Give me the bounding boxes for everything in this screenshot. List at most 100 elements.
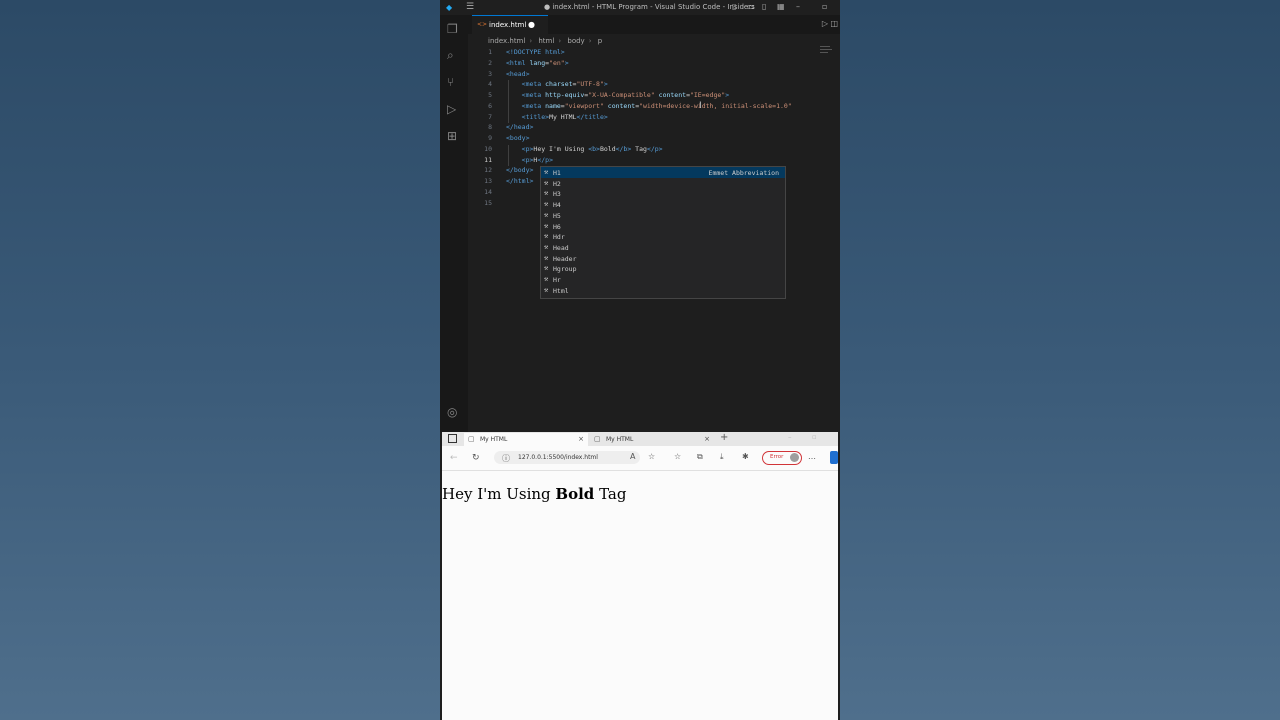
tab-actions-icon[interactable] <box>448 434 457 443</box>
edge-sidebar-icon[interactable] <box>830 451 838 464</box>
site-info-icon[interactable]: ⓘ <box>502 453 510 464</box>
suggestion-item[interactable]: ⚒ Header <box>541 253 785 264</box>
suggestion-label: H4 <box>553 201 561 210</box>
downloads-icon[interactable]: ⤓ <box>720 452 724 462</box>
suggestion-widget: ⚒ H1 Emmet Abbreviation ⚒ H2 ⚒ H3 ⚒ H4 ⚒ H5 ⚒ H6 ⚒ Hdr… <box>540 166 786 299</box>
suggestion-item[interactable]: ⚒ Hgroup <box>541 263 785 274</box>
minimize-icon[interactable]: – <box>796 2 800 11</box>
extensions-icon[interactable]: ⊞ <box>447 129 457 143</box>
snippet-wrench-icon: ⚒ <box>544 275 549 283</box>
back-icon[interactable]: ← <box>450 453 458 463</box>
search-icon[interactable]: ⌕ <box>447 48 454 63</box>
run-debug-icon[interactable]: ▷ <box>447 102 456 116</box>
code-line[interactable]: <meta http-equiv="X-UA-Compatible" conte… <box>506 91 729 99</box>
browser-tab-label: My HTML <box>480 436 508 443</box>
code-token: content <box>658 91 687 99</box>
toggle-panel-icon[interactable]: ▭ <box>747 2 755 11</box>
code-line[interactable]: <head> <box>506 70 529 78</box>
extensions-puzzle-icon[interactable]: ✱ <box>742 452 749 461</box>
suggestion-item[interactable]: ⚒ Hr <box>541 274 785 285</box>
code-token: name <box>545 101 561 110</box>
code-line[interactable]: <!DOCTYPE html> <box>506 48 565 56</box>
browser-window: ▢ My HTML × ▢ My HTML × + – ▫ ← ↻ ⓘ 127.… <box>442 432 838 720</box>
tab-index-html[interactable]: <> index.html ● <box>472 15 548 35</box>
new-tab-icon[interactable]: + <box>720 432 728 443</box>
browser-tab[interactable]: ▢ My HTML × <box>464 433 588 446</box>
breadcrumb-item[interactable]: p <box>598 37 602 45</box>
avatar <box>790 453 799 462</box>
explorer-icon[interactable]: ❐ <box>447 22 458 36</box>
menu-icon[interactable]: ☰ <box>466 2 474 12</box>
favorite-add-icon[interactable]: ☆ <box>648 452 655 461</box>
code-line[interactable]: <html lang="en"> <box>506 59 569 67</box>
snippet-wrench-icon: ⚒ <box>544 264 549 273</box>
suggestion-item[interactable]: ⚒ Html <box>541 285 785 296</box>
suggestion-item[interactable]: ⚒ Head <box>541 242 785 253</box>
read-aloud-icon[interactable]: A <box>630 452 635 461</box>
code-line[interactable]: <p>H</p> <box>506 156 553 164</box>
maximize-icon[interactable]: ▫ <box>822 2 827 11</box>
line-number: 4 <box>488 80 492 89</box>
profile-error-button[interactable]: Error <box>762 451 802 465</box>
close-icon[interactable]: × <box>704 435 710 443</box>
more-options-icon[interactable]: … <box>808 452 816 461</box>
layout-icon[interactable]: ▦ <box>777 2 785 11</box>
browser-minimize-icon[interactable]: – <box>788 433 792 441</box>
code-token: My HTML <box>549 112 577 121</box>
address-bar[interactable]: ⓘ 127.0.0.1:5500/index.html <box>494 451 640 464</box>
browser-maximize-icon[interactable]: ▫ <box>812 433 817 441</box>
code-token: <body> <box>506 134 530 142</box>
split-editor-icon[interactable]: ◫ <box>830 19 838 28</box>
favorites-icon[interactable]: ☆ <box>674 452 681 461</box>
run-icon[interactable]: ▷ <box>822 19 828 28</box>
code-line[interactable]: <body> <box>506 134 529 142</box>
toggle-secondary-sidebar-icon[interactable]: ▯ <box>762 2 766 11</box>
line-number: 3 <box>488 69 492 78</box>
suggestion-item[interactable]: ⚒ H3 <box>541 188 785 199</box>
line-number: 10 <box>484 144 492 153</box>
code-token: </head> <box>506 123 534 132</box>
code-line[interactable]: <title>My HTML</title> <box>506 113 608 121</box>
window-title: ● index.html - HTML Program - Visual Stu… <box>544 3 755 11</box>
breadcrumb: index.html › html › body › p <box>488 37 603 45</box>
collections-icon[interactable]: ⧉ <box>697 452 703 462</box>
title-bar: ◆ ☰ ● index.html - HTML Program - Visual… <box>440 0 840 15</box>
screen-recording: ◆ ☰ ● index.html - HTML Program - Visual… <box>440 0 840 720</box>
code-line[interactable]: <p>Hey I'm Using <b>Bold</b> Tag</p> <box>506 145 663 153</box>
suggestion-item[interactable]: ⚒ H4 <box>541 199 785 210</box>
breadcrumb-item[interactable]: body <box>567 37 584 45</box>
suggestion-item[interactable]: ⚒ H2 <box>541 178 785 189</box>
suggestion-item[interactable]: ⚒ Hdr <box>541 231 785 242</box>
suggestion-label: H2 <box>553 179 561 188</box>
close-icon[interactable]: × <box>578 435 584 443</box>
suggestion-label: Head <box>553 243 569 252</box>
account-icon[interactable]: ◎ <box>447 405 457 419</box>
indent-guide <box>508 80 509 124</box>
suggestion-item[interactable]: ⚒ H5 <box>541 210 785 221</box>
suggestion-label: H5 <box>553 211 561 220</box>
code-line[interactable]: </html> <box>506 177 533 185</box>
refresh-icon[interactable]: ↻ <box>472 453 480 463</box>
code-token: <title> <box>521 112 550 121</box>
code-token: <meta <box>521 80 546 89</box>
suggestion-item[interactable]: ⚒ H1 Emmet Abbreviation <box>541 167 785 178</box>
breadcrumb-item[interactable]: html <box>538 37 554 45</box>
unsaved-dot-icon[interactable]: ● <box>528 20 535 29</box>
suggestion-label: Hdr <box>553 233 565 242</box>
minimap[interactable] <box>820 46 836 432</box>
code-token: <meta <box>521 91 546 99</box>
code-line[interactable]: </head> <box>506 123 533 131</box>
toggle-sidebar-icon[interactable]: ▯ <box>732 2 736 11</box>
code-token: lang <box>529 58 546 67</box>
suggestion-item[interactable]: ⚒ H6 <box>541 221 785 232</box>
code-line[interactable]: </body> <box>506 166 533 174</box>
breadcrumb-item[interactable]: index.html <box>488 37 525 45</box>
code-line[interactable]: <meta charset="UTF-8"> <box>506 80 608 88</box>
code-token: "viewport" <box>564 101 604 110</box>
source-control-icon[interactable]: ⑂ <box>447 75 454 89</box>
suggestion-detail: Emmet Abbreviation <box>708 169 779 177</box>
browser-tab[interactable]: ▢ My HTML × <box>590 433 714 446</box>
code-line[interactable]: <meta name="viewport" content="width=dev… <box>506 102 792 110</box>
code-token: "IE=edge" <box>689 91 726 99</box>
line-number: 8 <box>488 123 492 132</box>
